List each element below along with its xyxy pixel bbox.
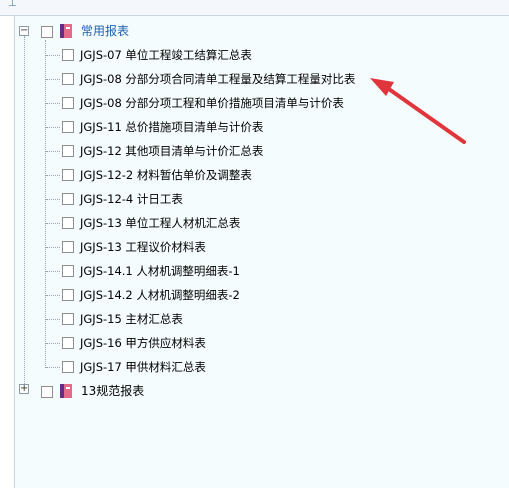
red-arrow-annotation: [370, 78, 466, 144]
